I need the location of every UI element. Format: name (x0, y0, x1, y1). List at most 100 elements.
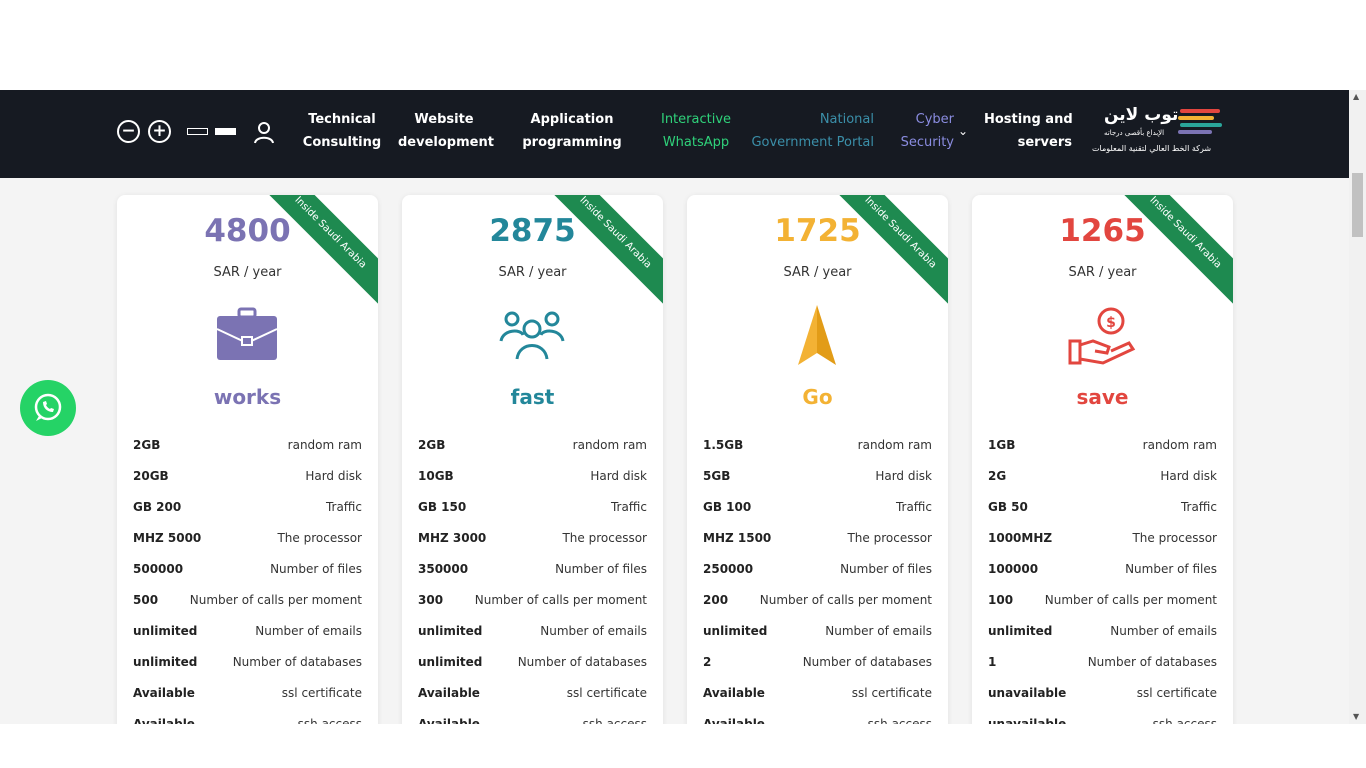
spec-label: ssl certificate (281, 686, 362, 700)
spec-value: 2GB (133, 438, 161, 452)
scroll-down-icon[interactable]: ▼ (1353, 712, 1359, 721)
spec-label: Number of files (1125, 562, 1217, 576)
nav-technical-consulting[interactable]: Technical Consulting (300, 108, 384, 154)
region-ribbon: Inside Saudi Arabia (1110, 195, 1233, 308)
region-ribbon: Inside Saudi Arabia (540, 195, 663, 308)
spec-row: Available ssl certificate (703, 684, 932, 715)
spec-label: Number of databases (517, 655, 647, 669)
spec-label: Number of calls per moment (759, 593, 932, 607)
whatsapp-icon (34, 393, 62, 421)
navbar: − + Technical Consulting Website developme… (0, 90, 1349, 178)
browser-viewport: − + Technical Consulting Website developme… (0, 90, 1349, 724)
spec-label: The processor (847, 531, 932, 545)
nav-application-programming[interactable]: Application programming (522, 108, 622, 154)
nav-national-government-portal[interactable]: National Government Portal (746, 108, 874, 154)
spec-value: unavailable (988, 686, 1067, 700)
spec-label: Traffic (895, 500, 932, 514)
scroll-thumb[interactable] (1352, 173, 1363, 237)
spec-value: 1000MHZ (988, 531, 1053, 545)
spec-label: ssl certificate (851, 686, 932, 700)
nav-website-development[interactable]: Website development (398, 108, 494, 154)
spec-value: GB 200 (133, 500, 182, 514)
spec-label: Hard disk (1160, 469, 1217, 483)
scroll-up-icon[interactable]: ▲ (1353, 92, 1359, 101)
spec-value: Available (418, 717, 480, 724)
price-period: SAR / year (1068, 265, 1137, 280)
logo-bars-icon (1178, 109, 1222, 139)
spec-value: unlimited (418, 655, 483, 669)
spec-label: Number of emails (825, 624, 932, 638)
plan-price: 2875 (489, 213, 576, 249)
spec-row: unlimited Number of databases (418, 653, 647, 684)
spec-row: unlimited Number of emails (988, 622, 1217, 653)
region-ribbon: Inside Saudi Arabia (825, 195, 948, 308)
spec-row: 1GB random ram (988, 436, 1217, 467)
dark-contrast-button[interactable] (215, 128, 236, 135)
chevron-down-icon[interactable]: ⌄ (958, 124, 968, 138)
spec-list: 1.5GB random ram 5GB Hard disk GB 100 Traff… (703, 436, 932, 724)
spec-value: 2GB (418, 438, 446, 452)
money-hand-icon: $ (1068, 307, 1136, 365)
region-ribbon: Inside Saudi Arabia (255, 195, 378, 308)
spec-label: ssh access (1152, 717, 1217, 724)
spec-list: 2GB random ram 20GB Hard disk GB 200 Traffi… (133, 436, 362, 724)
zoom-out-button[interactable]: − (117, 120, 140, 143)
spec-value: MHZ 5000 (133, 531, 202, 545)
spec-row: MHZ 3000 The processor (418, 529, 647, 560)
spec-row: 2GB random ram (418, 436, 647, 467)
plan-price: 1265 (1059, 213, 1146, 249)
spec-row: 300 Number of calls per moment (418, 591, 647, 622)
light-contrast-button[interactable] (187, 128, 208, 135)
zoom-in-button[interactable]: + (148, 120, 171, 143)
spec-row: unavailable ssl certificate (988, 684, 1217, 715)
nav-hosting-servers[interactable]: Hosting and servers (984, 108, 1073, 154)
spec-row: Available ssh access (703, 715, 932, 724)
spec-row: unavailable ssh access (988, 715, 1217, 724)
plan-name: save (1076, 385, 1129, 409)
spec-value: 1.5GB (703, 438, 744, 452)
logo[interactable]: توب لاين الإبداع بأقصى درجاته شركة الخط … (1092, 105, 1237, 161)
spec-label: ssh access (297, 717, 362, 724)
logo-tagline: الإبداع بأقصى درجاته (1104, 129, 1165, 137)
spec-value: 2G (988, 469, 1007, 483)
nav-interactive-whatsapp[interactable]: Interactive WhatsApp (656, 108, 736, 154)
whatsapp-button[interactable] (20, 380, 76, 436)
spec-row: GB 100 Traffic (703, 498, 932, 529)
spec-row: unlimited Number of databases (133, 653, 362, 684)
spec-row: 2G Hard disk (988, 467, 1217, 498)
spec-label: random ram (1142, 438, 1217, 452)
spec-list: 1GB random ram 2G Hard disk GB 50 Traffic 1… (988, 436, 1217, 724)
spec-label: Number of calls per moment (189, 593, 362, 607)
spec-label: Number of databases (1087, 655, 1217, 669)
spec-value: 100000 (988, 562, 1039, 576)
spec-label: Number of emails (540, 624, 647, 638)
spec-row: 20GB Hard disk (133, 467, 362, 498)
spec-label: Traffic (325, 500, 362, 514)
spec-row: 2 Number of databases (703, 653, 932, 684)
spec-value: 300 (418, 593, 444, 607)
vertical-scrollbar[interactable]: ▲ ▼ (1349, 90, 1366, 724)
spec-label: Number of emails (255, 624, 362, 638)
plan-card: Inside Saudi Arabia 4800 SAR / year work… (117, 195, 378, 724)
user-icon[interactable] (254, 122, 274, 144)
spec-label: random ram (572, 438, 647, 452)
spec-value: 10GB (418, 469, 454, 483)
spec-row: 5GB Hard disk (703, 467, 932, 498)
spec-label: ssl certificate (1136, 686, 1217, 700)
spec-value: 2 (703, 655, 712, 669)
plan-price: 4800 (204, 213, 291, 249)
spec-value: Available (703, 686, 765, 700)
spec-value: unlimited (133, 624, 198, 638)
spec-row: 100 Number of calls per moment (988, 591, 1217, 622)
spec-value: GB 150 (418, 500, 467, 514)
spec-row: 1.5GB random ram (703, 436, 932, 467)
plan-card: Inside Saudi Arabia 1265 SAR / year $ sa… (972, 195, 1233, 724)
plan-name: works (213, 385, 282, 409)
spec-row: 200 Number of calls per moment (703, 591, 932, 622)
spec-row: GB 150 Traffic (418, 498, 647, 529)
spec-row: 500000 Number of files (133, 560, 362, 591)
nav-cyber-security[interactable]: Cyber Security (894, 108, 954, 154)
spec-label: Number of files (270, 562, 362, 576)
spec-value: 1GB (988, 438, 1016, 452)
spec-label: ssl certificate (566, 686, 647, 700)
